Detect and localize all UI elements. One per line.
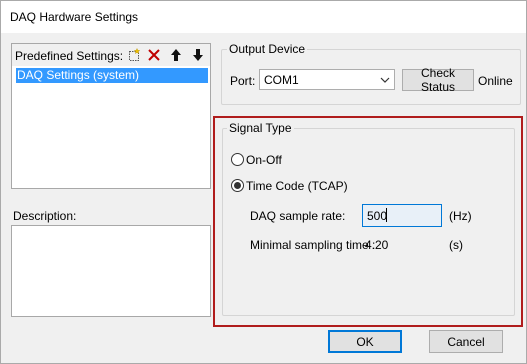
on-off-radio[interactable] (231, 153, 244, 166)
move-up-icon[interactable] (168, 47, 184, 63)
dialog-window: DAQ Hardware Settings Predefined Setting… (0, 0, 527, 364)
description-field[interactable] (11, 225, 211, 317)
on-off-label[interactable]: On-Off (246, 153, 282, 167)
signal-type-title: Signal Type (227, 121, 294, 135)
port-value: COM1 (264, 73, 299, 87)
port-select[interactable]: COM1 (259, 69, 395, 90)
output-device-title: Output Device (227, 42, 308, 56)
new-icon[interactable] (126, 47, 142, 63)
check-status-button[interactable]: Check Status (402, 66, 474, 94)
move-down-icon[interactable] (190, 47, 206, 63)
sample-rate-input[interactable] (362, 204, 442, 227)
port-label: Port: (230, 74, 256, 88)
title-bar: DAQ Hardware Settings (1, 1, 526, 33)
text-caret (386, 208, 387, 222)
predefined-settings-label: Predefined Settings: (15, 49, 124, 63)
ok-button[interactable]: OK (328, 330, 402, 353)
list-item[interactable]: DAQ Settings (system) (16, 68, 208, 83)
min-sampling-time-label: Minimal sampling time : (250, 238, 376, 252)
sample-rate-label: DAQ sample rate: (250, 209, 346, 223)
predefined-settings-toolbar: Predefined Settings: (12, 44, 210, 66)
delete-icon[interactable] (146, 47, 162, 63)
description-label: Description: (13, 209, 77, 223)
predefined-settings-panel: Predefined Settings: DAQ Settings (syste… (11, 43, 211, 189)
min-sampling-time-value: 4.20 (365, 238, 389, 252)
min-sampling-time-unit: (s) (449, 238, 463, 252)
sample-rate-unit: (Hz) (449, 209, 472, 223)
predefined-settings-list[interactable]: DAQ Settings (system) (12, 66, 210, 188)
status-text: Online (478, 74, 513, 88)
chevron-down-icon (380, 74, 390, 88)
time-code-radio[interactable] (231, 179, 244, 192)
window-title: DAQ Hardware Settings (10, 10, 139, 24)
cancel-button[interactable]: Cancel (429, 330, 503, 353)
time-code-label[interactable]: Time Code (TCAP) (246, 179, 348, 193)
